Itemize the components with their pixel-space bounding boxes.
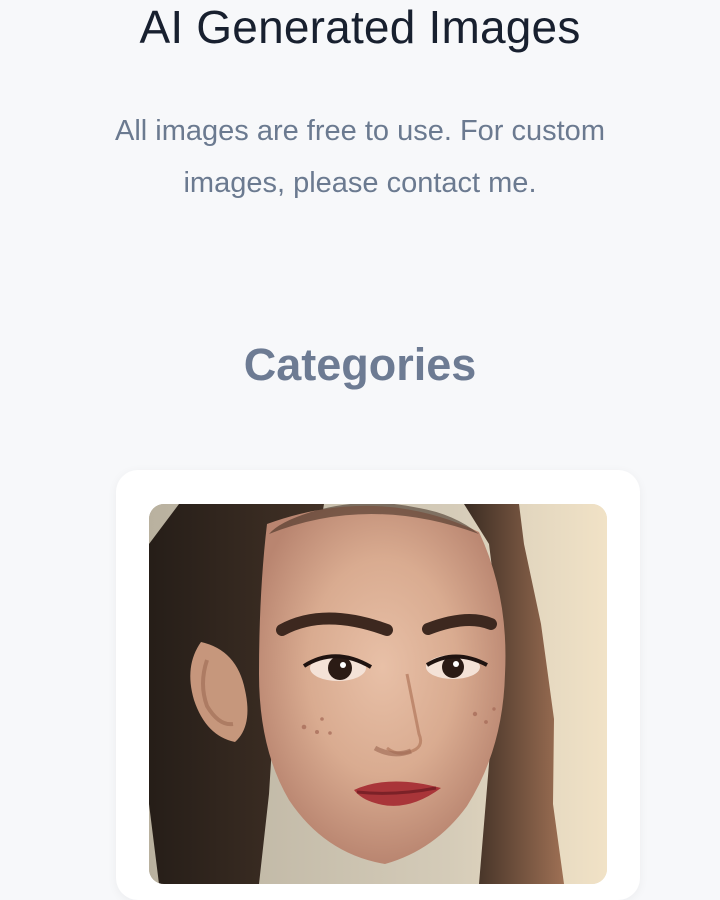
category-image[interactable]	[149, 504, 607, 884]
categories-heading: Categories	[243, 339, 477, 390]
portrait-image	[149, 504, 607, 884]
page-subtitle: All images are free to use. For custom i…	[115, 115, 605, 199]
category-card[interactable]	[116, 470, 640, 900]
page-title: AI Generated Images	[139, 1, 581, 53]
